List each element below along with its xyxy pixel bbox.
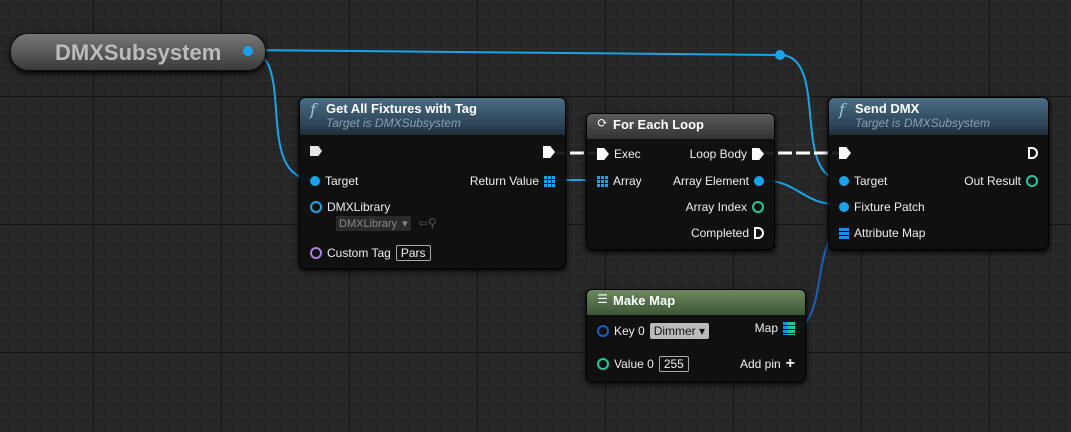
tag-pin[interactable] bbox=[310, 247, 322, 259]
pin-label: Loop Body bbox=[689, 147, 747, 161]
value-pin[interactable] bbox=[597, 358, 609, 370]
node-title: For Each Loop bbox=[613, 117, 704, 132]
exec-out-pin[interactable] bbox=[543, 146, 555, 158]
pin-label: Key 0 bbox=[614, 324, 645, 338]
chevron-down-icon: ▾ bbox=[402, 218, 408, 230]
completed-pin[interactable] bbox=[754, 227, 764, 239]
dmx-subsystem-node[interactable]: DMXSubsystem bbox=[10, 33, 266, 71]
pin-label: Completed bbox=[690, 226, 749, 240]
make-map-node[interactable]: ☰ Make Map Key 0 Dimmer ▾ Map Value 0 255 A… bbox=[586, 289, 806, 382]
pin-label: Out Result bbox=[964, 174, 1021, 188]
pin-label: Value 0 bbox=[614, 357, 654, 371]
element-pin[interactable] bbox=[754, 176, 764, 186]
browse-icon[interactable]: ⇦⚲ bbox=[418, 216, 437, 230]
function-icon: f bbox=[310, 100, 316, 119]
pin-label: Return Value bbox=[469, 174, 539, 188]
value-input[interactable]: 255 bbox=[658, 356, 689, 372]
map-pin-icon[interactable] bbox=[839, 227, 849, 239]
exec-in-pin[interactable] bbox=[597, 148, 609, 160]
pin-label: Target bbox=[325, 174, 359, 188]
node-title: Make Map bbox=[613, 293, 676, 308]
pin-label: Array bbox=[613, 174, 642, 188]
target-pin[interactable] bbox=[839, 176, 849, 186]
map-pin-icon[interactable] bbox=[783, 321, 795, 335]
key-pin[interactable] bbox=[597, 325, 609, 337]
plus-icon: + bbox=[785, 355, 795, 372]
node-title: Get All Fixtures with Tag bbox=[326, 101, 477, 116]
result-pin[interactable] bbox=[1026, 175, 1038, 187]
loop-body-pin[interactable] bbox=[752, 148, 764, 160]
send-dmx-node[interactable]: f Send DMX Target is DMXSubsystem Target O… bbox=[828, 97, 1049, 250]
array-pin-icon[interactable] bbox=[597, 175, 608, 187]
target-pin[interactable] bbox=[310, 176, 320, 186]
pin-label: Target bbox=[854, 174, 888, 188]
pin-label: Add pin bbox=[739, 357, 781, 371]
node-subtitle: Target is DMXSubsystem bbox=[855, 116, 990, 130]
pin-label: Attribute Map bbox=[854, 226, 926, 240]
library-pin[interactable] bbox=[310, 201, 322, 213]
chevron-down-icon: ▾ bbox=[699, 324, 706, 338]
map-icon: ☰ bbox=[597, 292, 608, 306]
pin-label: Array Index bbox=[685, 200, 747, 214]
pin-label: Array Element bbox=[672, 174, 749, 188]
dropdown-value: DMXLibrary bbox=[339, 217, 398, 230]
add-pin-button[interactable]: Add pin + bbox=[740, 355, 795, 373]
dropdown-value: Dimmer bbox=[653, 324, 696, 338]
patch-pin[interactable] bbox=[839, 202, 849, 212]
function-icon: f bbox=[839, 100, 845, 119]
exec-out-pin[interactable] bbox=[1028, 147, 1038, 159]
array-pin-icon[interactable] bbox=[544, 175, 555, 187]
get-all-fixtures-node[interactable]: f Get All Fixtures with Tag Target is DMXS… bbox=[299, 97, 566, 269]
pin-label: DMXLibrary bbox=[327, 200, 391, 214]
for-each-loop-node[interactable]: ⟳ For Each Loop Exec Loop Body Array Arra… bbox=[586, 113, 775, 250]
pin-label: Fixture Patch bbox=[854, 200, 925, 214]
pin-label: Custom Tag bbox=[327, 246, 391, 260]
node-subtitle: Target is DMXSubsystem bbox=[326, 116, 461, 130]
pin-label: Exec bbox=[614, 147, 641, 161]
pin-label: Map bbox=[754, 321, 778, 335]
library-dropdown[interactable]: DMXLibrary ▾ bbox=[336, 216, 411, 231]
output-pin[interactable] bbox=[243, 46, 253, 56]
exec-in-pin[interactable] bbox=[310, 146, 322, 156]
exec-in-pin[interactable] bbox=[839, 147, 851, 159]
node-title: DMXSubsystem bbox=[55, 40, 222, 65]
tag-input[interactable]: Pars bbox=[395, 245, 431, 261]
index-pin[interactable] bbox=[752, 201, 764, 213]
loop-icon: ⟳ bbox=[597, 116, 608, 131]
key-dropdown[interactable]: Dimmer ▾ bbox=[649, 323, 710, 339]
node-title: Send DMX bbox=[855, 101, 920, 116]
